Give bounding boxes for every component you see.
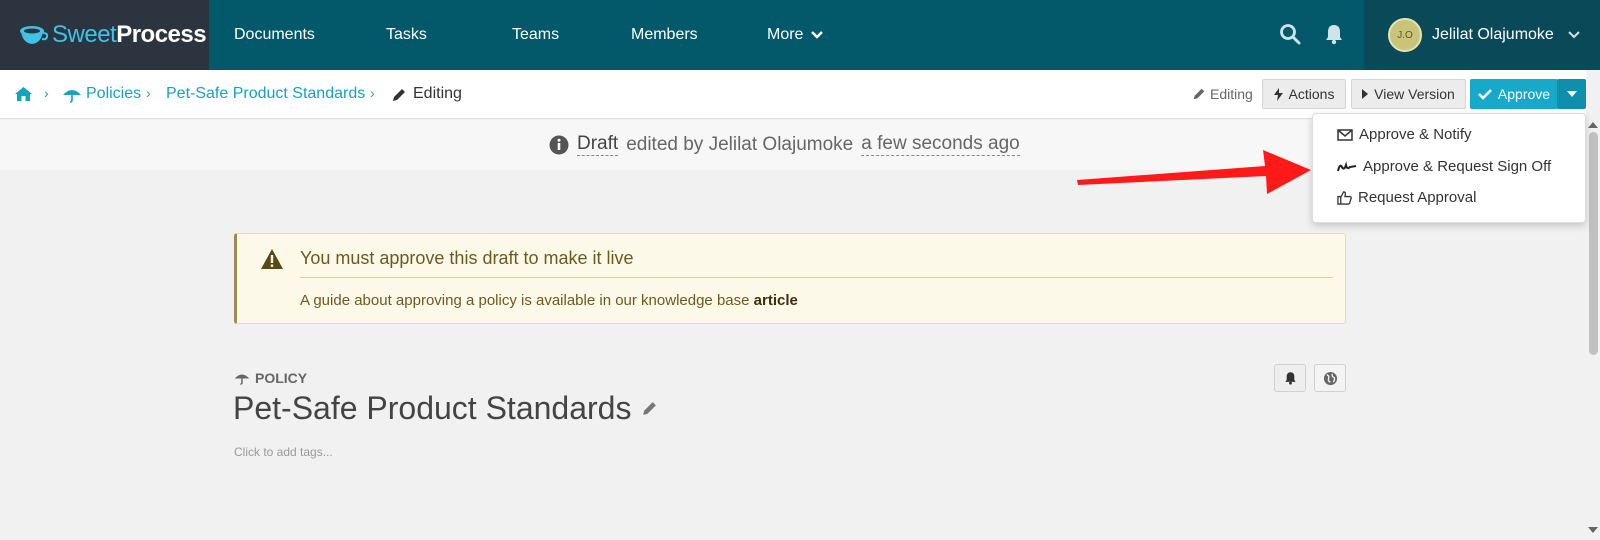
menu-item-label: Approve & Request Sign Off bbox=[1363, 158, 1552, 175]
menu-item-approve-request-signoff[interactable]: Approve & Request Sign Off bbox=[1337, 158, 1551, 175]
menu-item-label: Request Approval bbox=[1358, 189, 1477, 206]
warning-body: A guide about approving a policy is avai… bbox=[300, 292, 798, 309]
breadcrumb-document[interactable]: Pet-Safe Product Standards bbox=[166, 85, 365, 103]
chevron-down-icon bbox=[811, 31, 824, 39]
signature-icon bbox=[1337, 160, 1357, 171]
umbrella-icon bbox=[63, 90, 81, 103]
visibility-globe-button[interactable] bbox=[1314, 364, 1346, 392]
actions-button[interactable]: Actions bbox=[1262, 79, 1346, 109]
knowledge-base-link[interactable]: article bbox=[754, 292, 798, 309]
nav-more-label: More bbox=[767, 26, 804, 43]
thumbs-up-icon bbox=[1337, 191, 1352, 205]
warning-body-text: A guide about approving a policy is avai… bbox=[300, 292, 750, 309]
actions-label: Actions bbox=[1288, 86, 1335, 102]
avatar: J.O bbox=[1388, 18, 1422, 52]
nav-more[interactable]: More bbox=[767, 26, 824, 44]
bell-icon bbox=[1284, 372, 1296, 385]
menu-item-label: Approve & Notify bbox=[1359, 126, 1472, 143]
scroll-up-icon[interactable] bbox=[1588, 121, 1598, 129]
warning-title: You must approve this draft to make it l… bbox=[300, 248, 634, 268]
caret-down-icon bbox=[1566, 91, 1577, 97]
user-name: Jelilat Olajumoke bbox=[1432, 26, 1554, 43]
approve-label: Approve bbox=[1497, 86, 1551, 102]
breadcrumb-current: Editing bbox=[413, 85, 462, 102]
nav-documents[interactable]: Documents bbox=[234, 26, 315, 44]
caret-right-icon bbox=[1362, 89, 1369, 99]
approve-dropdown-menu: Approve & Notify Approve & Request Sign … bbox=[1312, 113, 1586, 223]
chevron-down-icon bbox=[1568, 31, 1580, 39]
policy-title-text: Pet-Safe Product Standards bbox=[233, 390, 632, 426]
notification-toggle-button[interactable] bbox=[1274, 364, 1306, 392]
pencil-icon bbox=[393, 89, 405, 101]
nav-tasks[interactable]: Tasks bbox=[386, 26, 427, 44]
edited-time: a few seconds ago bbox=[861, 133, 1020, 156]
menu-item-request-approval[interactable]: Request Approval bbox=[1337, 189, 1476, 206]
info-icon bbox=[549, 135, 569, 154]
pencil-icon[interactable] bbox=[641, 400, 658, 417]
bolt-icon bbox=[1273, 87, 1283, 101]
top-nav: SweetProcess Documents Tasks Teams Membe… bbox=[0, 0, 1600, 70]
warning-divider bbox=[300, 277, 1333, 278]
check-icon bbox=[1478, 89, 1492, 100]
search-icon[interactable] bbox=[1279, 23, 1301, 45]
breadcrumb-separator: › bbox=[146, 85, 151, 101]
scrollbar-thumb[interactable] bbox=[1589, 132, 1598, 355]
view-version-button[interactable]: View Version bbox=[1351, 79, 1466, 109]
nav-teams[interactable]: Teams bbox=[512, 26, 559, 44]
breadcrumb-policies[interactable]: Policies bbox=[86, 85, 141, 103]
cup-logo-icon bbox=[20, 26, 48, 44]
warning-icon bbox=[261, 249, 283, 269]
user-menu[interactable]: J.O Jelilat Olajumoke bbox=[1364, 0, 1600, 70]
breadcrumb-separator: › bbox=[44, 85, 49, 101]
approval-warning: You must approve this draft to make it l… bbox=[234, 233, 1346, 324]
policy-type-label: POLICY bbox=[234, 370, 307, 386]
pencil-icon bbox=[1193, 88, 1205, 100]
annotation-arrow-icon bbox=[1077, 150, 1311, 194]
breadcrumb: › Policies › Pet-Safe Product Standards … bbox=[0, 70, 1586, 119]
logo[interactable]: SweetProcess bbox=[0, 0, 209, 70]
view-version-label: View Version bbox=[1374, 86, 1455, 102]
logo-text-process: Process bbox=[116, 21, 207, 48]
approve-button[interactable]: Approve bbox=[1470, 79, 1558, 109]
draft-label[interactable]: Draft bbox=[577, 133, 619, 156]
globe-icon bbox=[1323, 371, 1337, 385]
menu-item-approve-notify[interactable]: Approve & Notify bbox=[1337, 126, 1472, 143]
policy-type-text: POLICY bbox=[255, 370, 308, 386]
logo-text-sweet: Sweet bbox=[52, 21, 117, 48]
approve-dropdown-toggle[interactable] bbox=[1557, 79, 1586, 109]
edited-by-text: edited by Jelilat Olajumoke bbox=[626, 133, 854, 155]
envelope-icon bbox=[1337, 128, 1353, 141]
scroll-down-icon[interactable] bbox=[1588, 526, 1598, 534]
editing-status: Editing bbox=[1210, 86, 1253, 102]
umbrella-icon bbox=[234, 374, 250, 385]
home-icon[interactable] bbox=[14, 86, 33, 102]
page-title: Pet-Safe Product Standards bbox=[233, 390, 658, 427]
breadcrumb-separator: › bbox=[370, 85, 375, 101]
tags-input[interactable]: Click to add tags... bbox=[234, 445, 333, 459]
bell-icon[interactable] bbox=[1324, 23, 1344, 45]
nav-members[interactable]: Members bbox=[631, 26, 698, 44]
